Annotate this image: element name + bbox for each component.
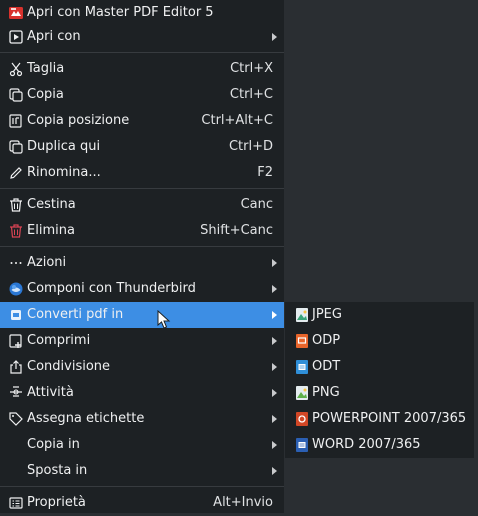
context-menu: Apri con Master PDF Editor 5 Apri con Ta… <box>0 0 284 513</box>
submenu-item-label: ODP <box>312 333 341 348</box>
menu-item-label: Componi con Thunderbird <box>27 281 196 296</box>
menu-item-shortcut: Alt+Invio <box>213 495 273 510</box>
menu-item-delete[interactable]: Elimina Shift+Canc <box>0 218 284 244</box>
trash-icon <box>8 197 24 213</box>
copy-icon <box>8 87 24 103</box>
submenu-item-label: POWERPOINT 2007/365 <box>312 411 467 426</box>
menu-separator <box>0 52 284 53</box>
menu-item-rename[interactable]: Rinomina... F2 <box>0 160 284 186</box>
convert-icon <box>8 307 24 323</box>
submenu-item-odt[interactable]: ODT <box>285 354 474 380</box>
delete-icon <box>8 223 24 239</box>
menu-item-assign-tags[interactable]: Assegna etichette <box>0 406 284 432</box>
menu-item-shortcut: Shift+Canc <box>200 223 273 238</box>
menu-item-activities[interactable]: Attività <box>0 380 284 406</box>
menu-item-compose-thunderbird[interactable]: Componi con Thunderbird <box>0 276 284 302</box>
menu-item-label: Proprietà <box>27 495 86 510</box>
menu-item-label: Azioni <box>27 255 67 270</box>
activities-icon <box>8 385 24 401</box>
menu-item-label: Copia in <box>27 437 80 452</box>
menu-separator <box>0 486 284 487</box>
submenu-item-label: ODT <box>312 359 341 374</box>
menu-item-open-with[interactable]: Apri con <box>0 24 284 50</box>
powerpoint-file-icon <box>294 411 310 427</box>
menu-item-label: Converti pdf in <box>27 307 124 322</box>
menu-item-shortcut: Ctrl+D <box>228 139 273 154</box>
chevron-right-icon <box>272 467 277 475</box>
chevron-right-icon <box>272 415 277 423</box>
menu-item-copy[interactable]: Copia Ctrl+C <box>0 82 284 108</box>
menu-item-cut[interactable]: Taglia Ctrl+X <box>0 56 284 82</box>
menu-item-duplicate[interactable]: Duplica qui Ctrl+D <box>0 134 284 160</box>
menu-separator <box>0 188 284 189</box>
chevron-right-icon <box>272 33 277 41</box>
menu-item-label: Cestina <box>27 197 76 212</box>
menu-item-move-to[interactable]: Sposta in <box>0 458 284 484</box>
menu-item-share[interactable]: Condivisione <box>0 354 284 380</box>
pencil-icon <box>8 165 24 181</box>
menu-separator <box>0 246 284 247</box>
copy-path-icon <box>8 113 24 129</box>
text-document-icon <box>294 359 310 375</box>
chevron-right-icon <box>272 311 277 319</box>
menu-item-label: Copia posizione <box>27 113 130 128</box>
submenu-item-label: PNG <box>312 385 340 400</box>
share-icon <box>8 359 24 375</box>
thunderbird-icon <box>8 281 24 297</box>
menu-item-label: Duplica qui <box>27 139 101 154</box>
chevron-right-icon <box>272 259 277 267</box>
ellipsis-icon <box>8 255 24 271</box>
properties-icon <box>8 495 24 511</box>
image-file-icon <box>294 307 310 323</box>
scissors-icon <box>8 61 24 77</box>
menu-item-label: Comprimi <box>27 333 91 348</box>
submenu-item-label: JPEG <box>312 307 342 322</box>
chevron-right-icon <box>272 285 277 293</box>
menu-item-move-to-trash[interactable]: Cestina Canc <box>0 192 284 218</box>
menu-item-shortcut: Ctrl+Alt+C <box>201 113 273 128</box>
mouse-pointer-icon <box>157 310 171 330</box>
menu-item-shortcut: Canc <box>240 197 273 212</box>
master-pdf-icon <box>8 5 24 21</box>
compress-icon <box>8 333 24 349</box>
menu-item-label: Apri con Master PDF Editor 5 <box>27 5 214 20</box>
convert-submenu: JPEG ODP ODT PNG POWERPOINT 2007/365 WOR… <box>285 302 474 458</box>
submenu-item-label: WORD 2007/365 <box>312 437 421 452</box>
menu-item-convert-pdf[interactable]: Converti pdf in <box>0 302 284 328</box>
submenu-item-word[interactable]: WORD 2007/365 <box>285 432 474 458</box>
menu-item-properties[interactable]: Proprietà Alt+Invio <box>0 490 284 516</box>
duplicate-icon <box>8 139 24 155</box>
submenu-item-jpeg[interactable]: JPEG <box>285 302 474 328</box>
menu-item-label: Sposta in <box>27 463 88 478</box>
menu-item-copy-location[interactable]: Copia posizione Ctrl+Alt+C <box>0 108 284 134</box>
menu-item-shortcut: Ctrl+C <box>229 87 273 102</box>
menu-item-label: Rinomina... <box>27 165 101 180</box>
presentation-file-icon <box>294 333 310 349</box>
menu-item-label: Elimina <box>27 223 75 238</box>
menu-item-shortcut: F2 <box>257 165 273 180</box>
chevron-right-icon <box>272 337 277 345</box>
menu-item-label: Attività <box>27 385 74 400</box>
submenu-item-odp[interactable]: ODP <box>285 328 474 354</box>
submenu-item-powerpoint[interactable]: POWERPOINT 2007/365 <box>285 406 474 432</box>
chevron-right-icon <box>272 389 277 397</box>
menu-item-label: Assegna etichette <box>27 411 145 426</box>
menu-item-copy-to[interactable]: Copia in <box>0 432 284 458</box>
word-file-icon <box>294 437 310 453</box>
chevron-right-icon <box>272 363 277 371</box>
tag-icon <box>8 411 24 427</box>
menu-item-label: Condivisione <box>27 359 111 374</box>
menu-item-compress[interactable]: Comprimi <box>0 328 284 354</box>
image-file-icon <box>294 385 310 401</box>
menu-item-label: Apri con <box>27 29 81 44</box>
menu-item-actions[interactable]: Azioni <box>0 250 284 276</box>
menu-item-shortcut: Ctrl+X <box>230 61 273 76</box>
menu-item-label: Copia <box>27 87 64 102</box>
menu-item-label: Taglia <box>27 61 65 76</box>
submenu-item-png[interactable]: PNG <box>285 380 474 406</box>
chevron-right-icon <box>272 441 277 449</box>
open-with-icon <box>8 29 24 45</box>
menu-item-open-master-pdf[interactable]: Apri con Master PDF Editor 5 <box>0 0 284 26</box>
